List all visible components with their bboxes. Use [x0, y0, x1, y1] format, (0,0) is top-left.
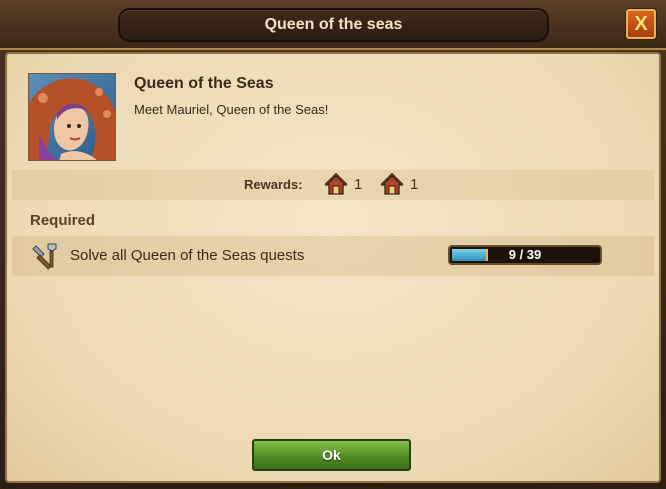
close-button[interactable]: X — [626, 9, 656, 39]
hammer-tools-icon — [30, 242, 60, 270]
quest-progress-bar: 9 / 39 — [448, 245, 602, 265]
requirement-text: Solve all Queen of the Seas quests — [70, 247, 305, 264]
reward-building-icon — [324, 172, 348, 197]
dialog-title: Queen of the seas — [118, 8, 549, 42]
ok-button[interactable]: Ok — [252, 439, 411, 471]
reward-building-icon — [380, 172, 404, 197]
quest-portrait-image — [28, 73, 116, 161]
reward-count: 1 — [354, 176, 363, 193]
required-header: Required — [30, 212, 96, 229]
progress-text: 9 / 39 — [508, 247, 542, 262]
quest-title: Queen of the Seas — [134, 75, 274, 92]
reward-count: 1 — [410, 176, 419, 193]
rewards-label: Rewards: — [244, 177, 303, 192]
quest-description: Meet Mauriel, Queen of the Seas! — [134, 102, 329, 117]
